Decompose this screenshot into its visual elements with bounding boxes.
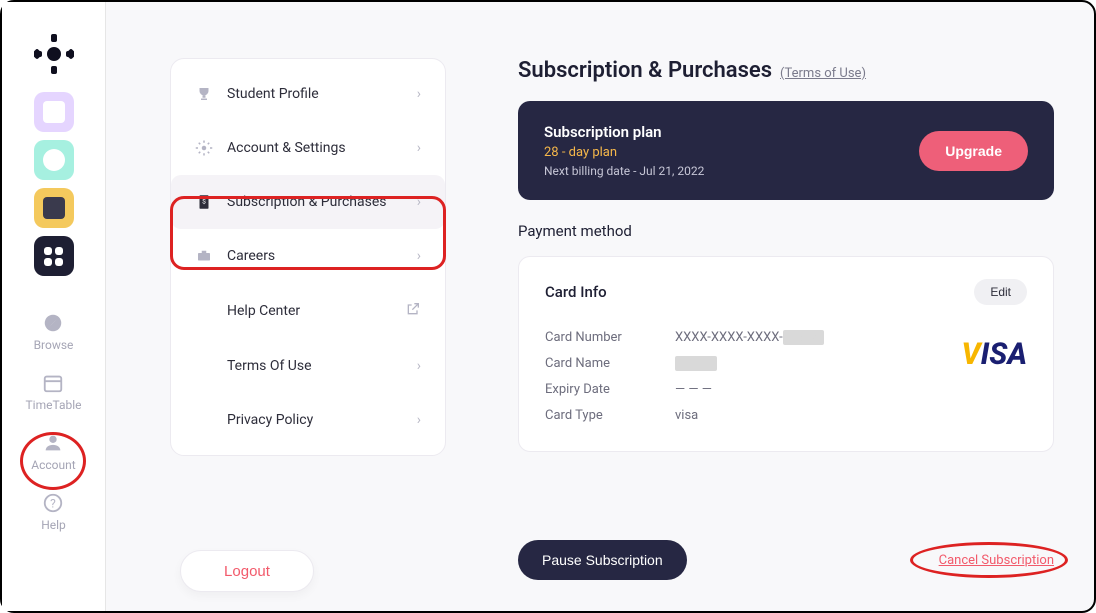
chevron-right-icon: › xyxy=(417,358,421,374)
pause-subscription-button[interactable]: Pause Subscription xyxy=(518,540,687,580)
page-title: Subscription & Purchases xyxy=(518,58,772,83)
menu-account-settings[interactable]: Account & Settings › xyxy=(171,121,445,175)
card-expiry-value: — — — xyxy=(675,377,824,403)
subscription-banner: Subscription plan 28 - day plan Next bil… xyxy=(518,101,1054,200)
subscription-title: Subscription plan xyxy=(544,123,704,141)
compass-icon xyxy=(42,312,64,334)
card-info-title: Card Info xyxy=(545,283,607,301)
chevron-right-icon: › xyxy=(417,194,421,210)
subscription-next-billing: Next billing date - Jul 21, 2022 xyxy=(544,164,704,178)
nav-help[interactable]: ? Help xyxy=(41,492,66,532)
trophy-icon xyxy=(195,85,213,103)
menu-label: Careers xyxy=(227,248,417,264)
workspace-add[interactable] xyxy=(34,236,74,276)
logout-button[interactable]: Logout xyxy=(180,550,314,592)
chevron-right-icon: › xyxy=(417,412,421,428)
card-expiry-label: Expiry Date xyxy=(545,377,675,403)
card-type-value: visa xyxy=(675,403,824,429)
card-name-label: Card Name xyxy=(545,351,675,377)
menu-label: Account & Settings xyxy=(227,140,417,156)
nav-label: TimeTable xyxy=(25,398,81,412)
workspace-thumb-2[interactable] xyxy=(34,140,74,180)
svg-text:?: ? xyxy=(51,497,57,511)
nav-timetable[interactable]: TimeTable xyxy=(25,372,81,412)
nav-account[interactable]: Account xyxy=(31,432,75,472)
user-icon xyxy=(42,432,64,454)
menu-terms[interactable]: Terms Of Use › xyxy=(171,339,445,393)
workspace-thumb-1[interactable] xyxy=(34,92,74,132)
nav-label: Account xyxy=(31,458,75,472)
chevron-right-icon: › xyxy=(417,140,421,156)
chevron-right-icon: › xyxy=(417,86,421,102)
upgrade-button[interactable]: Upgrade xyxy=(919,131,1028,171)
payment-method-label: Payment method xyxy=(518,222,1054,240)
chevron-right-icon: › xyxy=(417,248,421,264)
svg-text:$: $ xyxy=(202,198,206,206)
workspace-thumb-3[interactable] xyxy=(34,188,74,228)
subscription-plan: 28 - day plan xyxy=(544,145,704,160)
gear-icon xyxy=(195,139,213,157)
menu-label: Terms Of Use xyxy=(227,358,417,374)
card-info-box: Card Info Edit Card Number Card Name Exp… xyxy=(518,256,1054,452)
menu-subscription[interactable]: $ Subscription & Purchases › xyxy=(171,175,445,229)
visa-logo: VISA xyxy=(961,337,1027,372)
receipt-icon: $ xyxy=(195,193,213,211)
briefcase-icon xyxy=(195,247,213,265)
menu-label: Student Profile xyxy=(227,86,417,102)
terms-of-use-link[interactable]: (Terms of Use) xyxy=(780,66,866,81)
edit-card-button[interactable]: Edit xyxy=(974,279,1027,305)
nav-label: Help xyxy=(41,518,66,532)
help-icon: ? xyxy=(42,492,64,514)
card-type-label: Card Type xyxy=(545,403,675,429)
main-content: Subscription & Purchases (Terms of Use) … xyxy=(518,58,1054,452)
card-name-value: ——— xyxy=(675,351,824,377)
menu-careers[interactable]: Careers › xyxy=(171,229,445,283)
menu-label: Subscription & Purchases xyxy=(227,194,417,210)
card-number-value: XXXX-XXXX-XXXX-0077 xyxy=(675,325,824,351)
menu-help-center[interactable]: Help Center xyxy=(171,283,445,339)
settings-menu: Student Profile › Account & Settings › $… xyxy=(170,58,446,456)
menu-student-profile[interactable]: Student Profile › xyxy=(171,67,445,121)
menu-label: Privacy Policy xyxy=(227,412,417,428)
nav-browse[interactable]: Browse xyxy=(34,312,74,352)
app-logo xyxy=(34,34,74,74)
external-link-icon xyxy=(405,301,421,321)
menu-label: Help Center xyxy=(227,303,405,319)
menu-privacy[interactable]: Privacy Policy › xyxy=(171,393,445,447)
calendar-icon xyxy=(42,372,64,394)
nav-label: Browse xyxy=(34,338,74,352)
left-rail: Browse TimeTable Account ? Help xyxy=(2,2,106,611)
card-number-label: Card Number xyxy=(545,325,675,351)
cancel-subscription-link[interactable]: Cancel Subscription xyxy=(939,553,1054,568)
